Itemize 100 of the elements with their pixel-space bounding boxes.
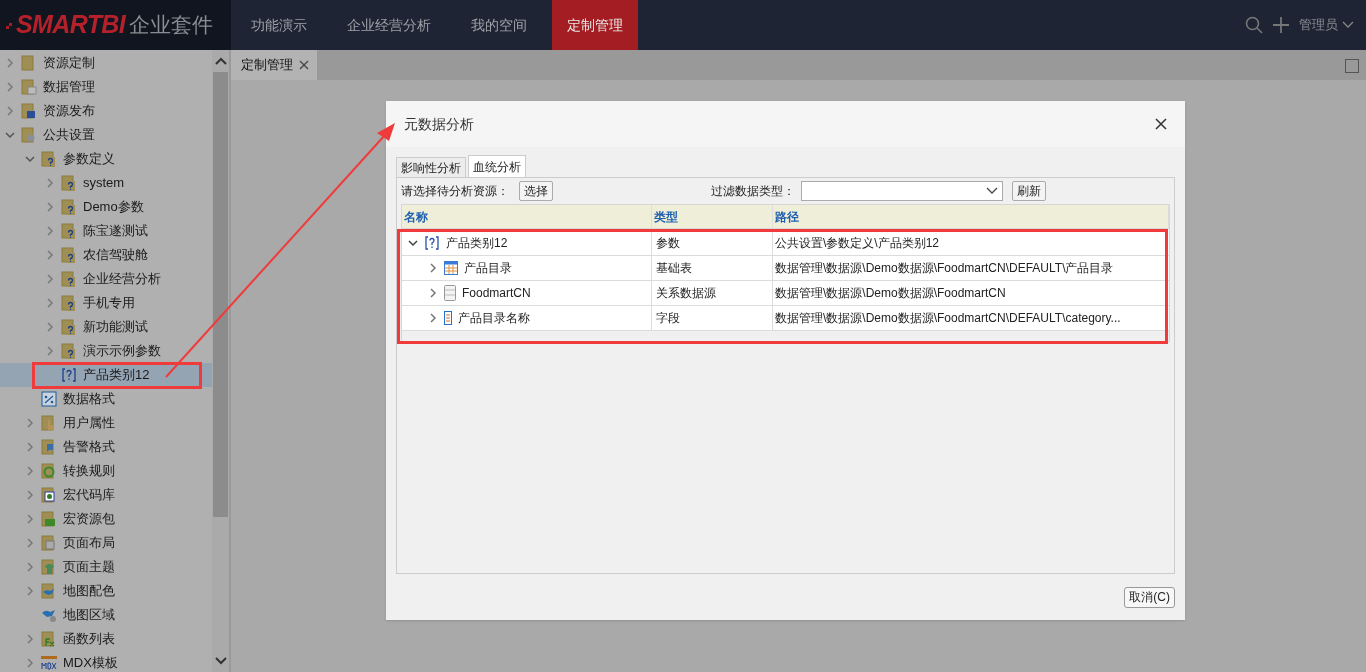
tree-item[interactable]: 宏资源包 [0, 507, 213, 531]
tree-item[interactable]: 函数列表 [0, 627, 213, 651]
tree-item[interactable]: 陈宝遂测试 [0, 219, 213, 243]
tree-item[interactable]: 参数定义 [0, 147, 213, 171]
chevron-right-icon[interactable] [25, 466, 35, 476]
folder-icon [21, 55, 37, 71]
table-cell: 基础表 [652, 256, 773, 280]
package-folder-icon [41, 511, 57, 527]
close-icon[interactable] [1155, 118, 1167, 130]
tree-item[interactable]: 公共设置 [0, 123, 213, 147]
shirt-folder-icon [41, 559, 57, 575]
column-header[interactable]: 路径 [773, 205, 1169, 228]
filter-label: 过滤数据类型： [711, 183, 795, 200]
tree-item[interactable]: system [0, 171, 213, 195]
chevron-right-icon[interactable] [25, 634, 35, 644]
search-icon[interactable] [1245, 16, 1263, 34]
chevron-right-icon[interactable] [25, 658, 35, 668]
chevron-right-icon[interactable] [25, 418, 35, 428]
chevron-right-icon[interactable] [45, 250, 55, 260]
tree-item[interactable]: 演示示例参数 [0, 339, 213, 363]
tree-item[interactable]: 企业经营分析 [0, 267, 213, 291]
tree-item[interactable]: 产品类别12 [0, 363, 213, 387]
table-cell: 产品目录 [402, 256, 652, 280]
table-icon [444, 261, 458, 275]
tree-item[interactable]: 地图配色 [0, 579, 213, 603]
maximize-icon[interactable] [1345, 59, 1359, 73]
chevron-down-icon [986, 187, 998, 195]
chevron-right-icon[interactable] [45, 178, 55, 188]
nav-tab[interactable]: 我的空间 [456, 0, 542, 50]
chevron-right-icon[interactable] [45, 322, 55, 332]
chevron-right-icon[interactable] [45, 226, 55, 236]
table-cell: FoodmartCN [402, 281, 652, 305]
chevron-down-icon[interactable] [408, 238, 418, 248]
refresh-button[interactable]: 刷新 [1012, 181, 1046, 201]
chevron-right-icon[interactable] [5, 82, 15, 92]
tree-item[interactable]: 资源发布 [0, 99, 213, 123]
tree-item[interactable]: 新功能测试 [0, 315, 213, 339]
question-folder-icon [61, 271, 77, 287]
chevron-right-icon[interactable] [45, 346, 55, 356]
chevron-right-icon[interactable] [25, 538, 35, 548]
chevron-right-icon[interactable] [5, 58, 15, 68]
tree-item[interactable]: 数据管理 [0, 75, 213, 99]
template-file-icon [41, 655, 57, 671]
table-cell: 关系数据源 [652, 281, 773, 305]
nav-tab[interactable]: 功能演示 [236, 0, 322, 50]
chevron-right-icon[interactable] [428, 313, 438, 323]
column-header[interactable]: 类型 [652, 205, 773, 228]
gear-folder-icon [21, 127, 37, 143]
tree-item[interactable]: 资源定制 [0, 51, 213, 75]
scrollbar[interactable] [212, 50, 229, 672]
tree-item[interactable]: 地图区域 [0, 603, 213, 627]
tree-item[interactable]: 数据格式 [0, 387, 213, 411]
filter-select[interactable] [801, 181, 1003, 201]
page-tab[interactable]: 定制管理 [231, 50, 317, 80]
table-cell: 字段 [652, 306, 773, 330]
logo-mark-icon [6, 21, 12, 29]
tree-item[interactable]: 告警格式 [0, 435, 213, 459]
chevron-right-icon[interactable] [428, 263, 438, 273]
edit-folder-icon [21, 103, 37, 119]
chevron-right-icon[interactable] [45, 298, 55, 308]
question-folder-icon [61, 175, 77, 191]
chevron-right-icon[interactable] [45, 274, 55, 284]
question-bracket-icon [424, 235, 440, 251]
map-folder-icon [41, 583, 57, 599]
tree-item[interactable]: 用户属性 [0, 411, 213, 435]
column-header[interactable]: 名称 [402, 205, 652, 228]
database-folder-icon [21, 79, 37, 95]
cancel-button[interactable]: 取消(C) [1124, 586, 1175, 608]
question-folder-icon [61, 319, 77, 335]
question-folder-icon [61, 343, 77, 359]
chevron-right-icon[interactable] [45, 202, 55, 212]
tree-item[interactable]: 页面主题 [0, 555, 213, 579]
tree-item[interactable]: 页面布局 [0, 531, 213, 555]
user-menu[interactable]: 管理员 [1299, 15, 1354, 35]
hand-folder-icon [41, 415, 57, 431]
chevron-right-icon[interactable] [428, 288, 438, 298]
chevron-right-icon[interactable] [25, 514, 35, 524]
chevron-right-icon[interactable] [25, 490, 35, 500]
dialog-tab[interactable]: 血统分析 [468, 155, 526, 177]
tree-item[interactable]: 转换规则 [0, 459, 213, 483]
chevron-right-icon[interactable] [25, 586, 35, 596]
nav-tab[interactable]: 定制管理 [552, 0, 638, 50]
chevron-right-icon[interactable] [25, 442, 35, 452]
table-cell-text: 公共设置\参数定义\产品类别12 [774, 235, 940, 252]
chevron-right-icon[interactable] [25, 562, 35, 572]
nav-tab[interactable]: 企业经营分析 [332, 0, 446, 50]
question-bracket-icon [61, 367, 77, 383]
flag-folder-icon [41, 439, 57, 455]
tree-item[interactable]: 手机专用 [0, 291, 213, 315]
chevron-right-icon[interactable] [5, 106, 15, 116]
tree-item[interactable]: 宏代码库 [0, 483, 213, 507]
plus-icon[interactable] [1273, 17, 1289, 33]
database-icon [444, 285, 456, 301]
question-folder-icon [61, 223, 77, 239]
dialog-tab[interactable]: 影响性分析 [396, 157, 466, 177]
tree-item[interactable]: MDX模板 [0, 651, 213, 672]
select-button[interactable]: 选择 [519, 181, 553, 201]
function-folder-icon [41, 631, 57, 647]
tree-item[interactable]: Demo参数 [0, 195, 213, 219]
tree-item[interactable]: 农信驾驶舱 [0, 243, 213, 267]
